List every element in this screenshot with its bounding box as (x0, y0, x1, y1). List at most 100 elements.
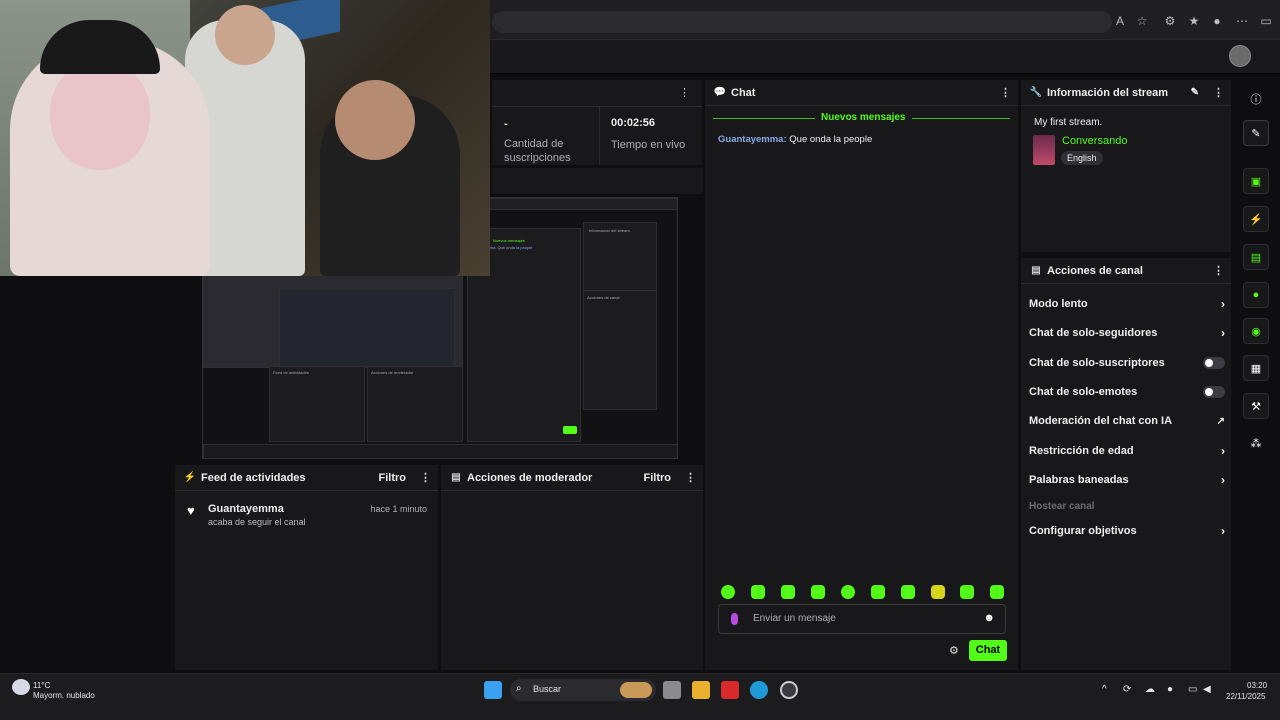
search-highlight-icon (620, 682, 652, 698)
wrench-icon[interactable]: ⚒ (1243, 393, 1269, 419)
pencil-icon[interactable]: ✎ (1191, 87, 1199, 98)
chevron-right-icon: › (1221, 326, 1225, 340)
feed-event-user: Guantayemma (208, 503, 284, 515)
microphone-icon[interactable]: ● (1167, 684, 1173, 695)
emote-icon[interactable] (721, 585, 735, 599)
activity-feed-panel: ⚡ Feed de actividades Filtro ⋮ ♥ Guantay… (175, 465, 438, 670)
slow-mode-row[interactable]: Modo lento › (1029, 294, 1225, 314)
weather-desc[interactable]: Mayorm. nublado (33, 691, 95, 700)
chevron-right-icon: › (1221, 444, 1225, 458)
mod-filter-button[interactable]: Filtro (644, 472, 672, 484)
extensions-icon[interactable]: ⚙ (1162, 13, 1178, 29)
ai-moderation-label: Moderación del chat con IA (1029, 415, 1173, 427)
new-messages-divider: Nuevos mensajes (815, 112, 912, 123)
read-aloud-icon[interactable]: A (1112, 13, 1128, 29)
emote-icon[interactable] (931, 585, 945, 599)
emote-icon[interactable] (990, 585, 1004, 599)
emote-icon[interactable] (811, 585, 825, 599)
live-time-label: Tiempo en vivo (611, 139, 686, 151)
wps-office-icon[interactable] (721, 681, 739, 699)
channel-actions-menu-icon[interactable]: ⋮ (1213, 264, 1224, 277)
send-chat-button[interactable]: Chat (969, 640, 1007, 661)
volume-icon[interactable]: ◀ (1203, 684, 1211, 695)
ai-moderation-row[interactable]: Moderación del chat con IA ↗ (1029, 411, 1225, 431)
layout-icon[interactable]: ▦ (1243, 355, 1269, 381)
emote-icon[interactable] (871, 585, 885, 599)
more-menu-icon[interactable]: ⋯ (1234, 13, 1250, 29)
info-icon[interactable]: ⓘ (1243, 86, 1269, 112)
chat-message-user[interactable]: Guantayemma (718, 134, 783, 145)
sidebar-toggle-icon[interactable]: ▭ (1258, 13, 1274, 29)
list-item: ♥ Guantayemma acaba de seguir el canal h… (175, 501, 438, 531)
broadcast-icon[interactable]: ◉ (1243, 318, 1269, 344)
sync-icon[interactable]: ⟳ (1123, 684, 1131, 695)
live-time-value: 00:02:56 (611, 117, 656, 129)
subscribers-only-toggle[interactable] (1203, 357, 1225, 369)
cloud-icon[interactable]: ☁ (1145, 684, 1155, 695)
stream-stats-panel: ⋮ - Cantidad de suscripciones 00:02:56 T… (492, 80, 702, 165)
right-rail: ⓘ ✎ ▣ ⚡ ▤ ● ◉ ▦ ⚒ ⁂ (1233, 80, 1280, 670)
followers-only-row[interactable]: Chat de solo-seguidores › (1029, 323, 1225, 343)
edge-icon[interactable] (750, 681, 768, 699)
emote-icon[interactable] (751, 585, 765, 599)
category-name[interactable]: Conversando (1062, 135, 1127, 147)
chat-message: Guantayemma: Que onda la people (718, 134, 873, 145)
windows-start-icon[interactable] (484, 681, 502, 699)
chevron-right-icon: › (1221, 524, 1225, 538)
chat-input-placeholder: Enviar un mensaje (753, 613, 836, 624)
search-box[interactable]: ⌕ Buscar (510, 679, 656, 701)
category-thumbnail (1033, 135, 1055, 165)
emotes-only-toggle[interactable] (1203, 386, 1225, 398)
emote-icon[interactable] (841, 585, 855, 599)
microphone-icon[interactable] (731, 613, 738, 625)
favorite-star-icon[interactable]: ☆ (1134, 13, 1150, 29)
goals-row[interactable]: Configurar objetivos › (1029, 521, 1225, 541)
pencil-icon[interactable]: ✎ (1243, 120, 1269, 146)
chat-panel: 💬 Chat ⋮ Nuevos mensajes Guantayemma: Qu… (705, 80, 1018, 670)
clock-date[interactable]: 22/11/2025 (1226, 692, 1265, 701)
task-view-icon[interactable] (663, 681, 681, 699)
emotes-only-row: Chat de solo-emotes (1029, 382, 1225, 402)
chevron-right-icon: › (1221, 297, 1225, 311)
banned-words-label: Palabras baneadas (1029, 474, 1129, 486)
weather-temp[interactable]: 11°C (33, 681, 50, 690)
emoji-icon[interactable]: ☻ (983, 612, 995, 624)
feed-filter-button[interactable]: Filtro (379, 472, 407, 484)
document-icon[interactable]: ▤ (1243, 244, 1269, 270)
mod-menu-icon[interactable]: ⋮ (685, 471, 696, 484)
avatar[interactable] (1229, 45, 1251, 67)
webcam-overlay (0, 0, 490, 276)
profile-icon[interactable]: ● (1209, 13, 1225, 29)
chat-bubble-icon[interactable]: ● (1243, 282, 1269, 308)
age-restriction-row[interactable]: Restricción de edad › (1029, 441, 1225, 461)
apps-icon[interactable]: ⁂ (1243, 430, 1269, 456)
activity-feed-title: Feed de actividades (201, 471, 306, 484)
stream-info-menu-icon[interactable]: ⋮ (1213, 86, 1224, 99)
chat-settings-icon[interactable]: ⚙ (949, 644, 959, 657)
file-explorer-icon[interactable] (692, 681, 710, 699)
feed-event-action: acaba de seguir el canal (208, 517, 306, 527)
chat-input[interactable]: Enviar un mensaje ☻ (718, 604, 1006, 634)
weather-icon[interactable] (12, 679, 30, 695)
emote-icon[interactable] (960, 585, 974, 599)
lightning-icon[interactable]: ⚡ (1243, 206, 1269, 232)
chat-message-text: Que onda la people (789, 134, 873, 145)
clock-time[interactable]: 03:20 (1247, 681, 1267, 690)
network-icon[interactable]: ▭ (1188, 684, 1197, 695)
stream-info-title: Información del stream (1047, 86, 1169, 99)
favorites-icon[interactable]: ★ (1186, 13, 1202, 29)
chevron-up-icon[interactable]: ^ (1102, 684, 1107, 695)
stream-info-panel: 🔧 Información del stream ✎ ⋮ My first st… (1021, 80, 1231, 252)
stream-preview-header (492, 168, 703, 194)
address-bar[interactable] (492, 11, 1112, 33)
chat-menu-icon[interactable]: ⋮ (1000, 86, 1011, 99)
emote-icon[interactable] (901, 585, 915, 599)
channel-actions-title: Acciones de canal (1047, 264, 1143, 277)
heart-icon: ♥ (187, 503, 195, 518)
app-icon[interactable] (780, 681, 798, 699)
banned-words-row[interactable]: Palabras baneadas › (1029, 470, 1225, 490)
screenshot-icon[interactable]: ▣ (1243, 168, 1269, 194)
stats-menu-icon[interactable]: ⋮ (679, 86, 690, 99)
emote-icon[interactable] (781, 585, 795, 599)
feed-menu-icon[interactable]: ⋮ (420, 471, 431, 484)
